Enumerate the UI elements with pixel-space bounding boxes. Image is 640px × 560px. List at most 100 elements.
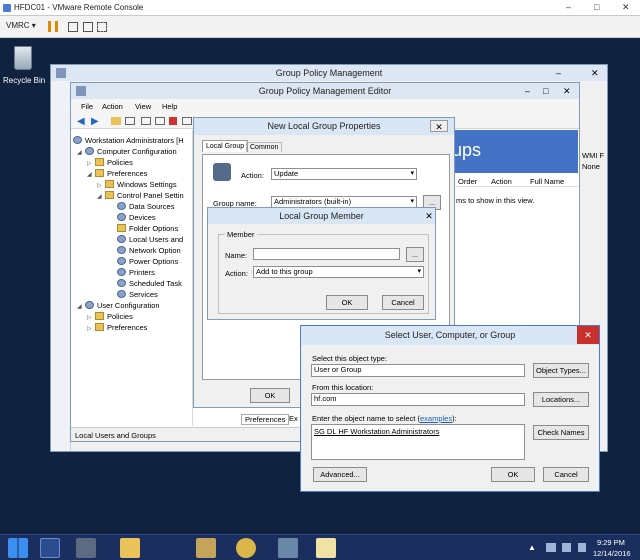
tree-printers[interactable]: Printers xyxy=(117,267,155,278)
start-windows-icon[interactable] xyxy=(8,538,28,558)
paste-icon[interactable] xyxy=(155,117,165,125)
object-name-value[interactable]: SG DL HF Workstation Administrators xyxy=(314,427,439,436)
tray-up-arrow-icon[interactable]: ▲ xyxy=(528,543,536,552)
tree-devices[interactable]: Devices xyxy=(117,212,156,223)
column-order[interactable]: Order xyxy=(458,177,477,186)
copy-icon[interactable] xyxy=(141,117,151,125)
column-action[interactable]: Action xyxy=(491,177,512,186)
menu-file[interactable]: File xyxy=(81,102,93,111)
minimize-button[interactable]: – xyxy=(566,2,571,12)
tree-computer-config[interactable]: ◢ Computer Configuration xyxy=(77,146,177,157)
server-manager-icon[interactable] xyxy=(76,538,96,558)
object-name-textarea[interactable]: SG DL HF Workstation Administrators xyxy=(311,424,525,460)
pause-icon[interactable] xyxy=(48,21,58,32)
clock-date[interactable]: 12/14/2016 xyxy=(593,549,631,558)
powershell-icon[interactable] xyxy=(40,538,60,558)
gpme-close-icon[interactable]: ✕ xyxy=(563,86,571,97)
gpme-app-icon xyxy=(76,86,86,96)
forward-arrow-icon[interactable]: ▶ xyxy=(91,116,99,127)
tab-preferences[interactable]: Preferences xyxy=(241,414,290,425)
maximize-button[interactable]: □ xyxy=(594,2,599,12)
collapse-arrow-icon[interactable]: ◢ xyxy=(77,148,85,159)
locations-button[interactable]: Locations... xyxy=(533,392,589,407)
tree-policies[interactable]: ▷ Policies xyxy=(87,157,133,168)
tree-services[interactable]: Services xyxy=(117,289,158,300)
tree-user-config[interactable]: ◢ User Configuration xyxy=(77,300,160,311)
tree-power-options[interactable]: Power Options xyxy=(117,256,178,267)
print-icon[interactable] xyxy=(182,117,192,125)
clock-time[interactable]: 9:29 PM xyxy=(597,538,625,547)
delete-icon[interactable] xyxy=(169,117,177,125)
expand-arrow-icon[interactable]: ▷ xyxy=(87,324,95,335)
menu-action[interactable]: Action xyxy=(102,102,123,111)
tree-folder-options[interactable]: Folder Options xyxy=(117,223,178,234)
location-label: From this location: xyxy=(312,383,374,392)
tab-extended[interactable]: Ex xyxy=(289,414,298,423)
nlgp-ok-button[interactable]: OK xyxy=(250,388,290,403)
notepad-icon[interactable] xyxy=(316,538,336,558)
tree-windows-settings[interactable]: ▷ Windows Settings xyxy=(97,179,177,190)
tree-user-policies[interactable]: ▷ Policies xyxy=(87,311,133,322)
sucg-ok-button[interactable]: OK xyxy=(491,467,535,482)
tab-local-group[interactable]: Local Group xyxy=(202,140,249,152)
object-types-button[interactable]: Object Types... xyxy=(533,363,589,378)
network-app-icon[interactable] xyxy=(278,538,298,558)
lgm-ok-button[interactable]: OK xyxy=(326,295,368,310)
lgm-close-button[interactable]: ✕ xyxy=(420,210,438,222)
menu-help[interactable]: Help xyxy=(162,102,177,111)
clock-app-icon[interactable] xyxy=(236,538,256,558)
column-full-name[interactable]: Full Name xyxy=(530,177,564,186)
action-select[interactable]: Update ▾ xyxy=(271,168,417,180)
advanced-button[interactable]: Advanced... xyxy=(313,467,367,482)
tray-flag-icon[interactable] xyxy=(578,543,586,552)
fullscreen-icon[interactable] xyxy=(97,22,107,32)
member-action-select[interactable]: Add to this group ▾ xyxy=(253,266,424,278)
collapse-arrow-icon[interactable]: ◢ xyxy=(97,192,105,203)
tray-volume-icon[interactable] xyxy=(562,543,571,552)
gpm-close-icon[interactable]: ✕ xyxy=(591,68,599,79)
nlgp-close-button[interactable]: ✕ xyxy=(430,120,448,132)
back-arrow-icon[interactable]: ◀ xyxy=(77,116,85,127)
gpme-restore-icon[interactable]: □ xyxy=(543,86,548,96)
sucg-close-button[interactable]: ✕ xyxy=(577,326,599,344)
send-keys-icon[interactable] xyxy=(68,22,78,32)
tree-user-preferences[interactable]: ▷ Preferences xyxy=(87,322,147,333)
tree-gpo-root[interactable]: Workstation Administrators [H xyxy=(73,135,184,146)
close-button[interactable]: ✕ xyxy=(622,2,630,13)
check-names-button[interactable]: Check Names xyxy=(533,425,589,440)
collapse-arrow-icon[interactable]: ◢ xyxy=(77,302,85,313)
recycle-bin-label: Recycle Bin xyxy=(3,76,46,85)
folder-options-icon xyxy=(117,224,126,232)
gpm-minimize-icon[interactable]: – xyxy=(556,68,561,78)
member-browse-button[interactable]: ... xyxy=(406,247,424,262)
chevron-down-icon[interactable]: ▾ xyxy=(410,169,414,179)
examples-link[interactable]: examples xyxy=(420,414,452,423)
file-explorer-icon[interactable] xyxy=(120,538,140,558)
display-icon[interactable] xyxy=(83,22,93,32)
tree-control-panel-settings[interactable]: ◢ Control Panel Settin xyxy=(97,190,184,201)
gpme-titlebar: Group Policy Management Editor xyxy=(71,83,579,99)
empty-view-text: ms to show in this view. xyxy=(456,196,535,205)
tools-icon[interactable] xyxy=(196,538,216,558)
gpme-minimize-icon[interactable]: – xyxy=(525,86,530,96)
collapse-arrow-icon[interactable]: ◢ xyxy=(87,170,95,181)
chevron-down-icon[interactable]: ▾ xyxy=(417,267,421,277)
tree-scheduled-tasks[interactable]: Scheduled Task xyxy=(117,278,182,289)
banner-title: ups xyxy=(452,140,482,160)
tree-network-options[interactable]: Network Option xyxy=(117,245,181,256)
tree-data-sources[interactable]: Data Sources xyxy=(117,201,174,212)
folder-icon xyxy=(95,169,104,177)
tree-local-users-groups[interactable]: Local Users and xyxy=(117,234,183,245)
sucg-cancel-button[interactable]: Cancel xyxy=(543,467,589,482)
tree-preferences[interactable]: ◢ Preferences xyxy=(87,168,147,179)
vmrc-menu-button[interactable]: VMRC ▾ xyxy=(6,21,36,30)
tab-common[interactable]: Common xyxy=(246,142,283,152)
up-folder-icon[interactable] xyxy=(111,117,121,125)
show-hide-tree-icon[interactable] xyxy=(125,117,135,125)
lgm-cancel-button[interactable]: Cancel xyxy=(382,295,424,310)
member-name-input[interactable] xyxy=(253,248,400,260)
menu-view[interactable]: View xyxy=(135,102,151,111)
tray-network-icon[interactable] xyxy=(546,543,556,552)
chevron-down-icon[interactable]: ▾ xyxy=(410,197,414,207)
recycle-bin-icon[interactable] xyxy=(14,46,32,70)
